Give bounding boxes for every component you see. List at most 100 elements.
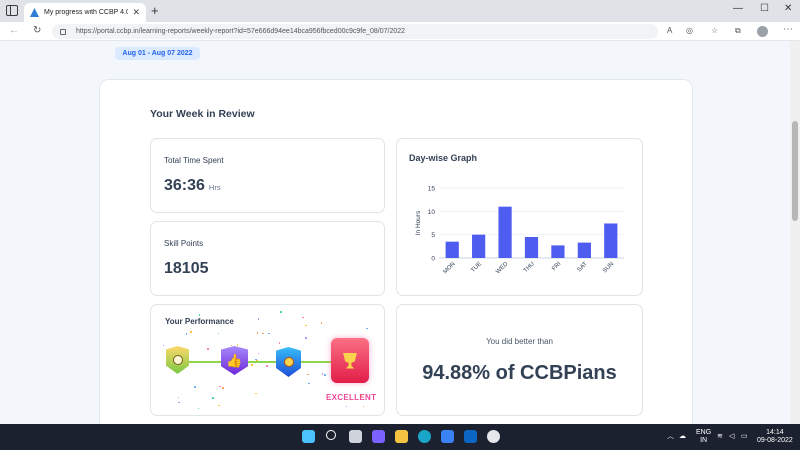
beginner-badge-icon [166,346,189,374]
language-region: IN [700,437,708,444]
y-tick-label: 10 [428,209,436,216]
confetti-dot [280,311,282,313]
confetti-dot [305,324,307,327]
close-window-button[interactable]: ✕ [784,3,792,14]
x-tick-label: SAT [577,261,589,273]
bar-thu [524,237,539,258]
progress-track-segment [300,361,333,363]
lock-icon[interactable] [60,28,66,35]
confetti-dot [324,374,326,376]
bar-mon [445,241,459,258]
confetti-dot [257,318,260,320]
tab-actions-icon[interactable] [6,5,18,16]
wifi-icon[interactable]: ≋ [717,433,723,441]
linkedin-icon[interactable] [464,430,477,443]
performance-level: EXCELLENT [326,393,377,402]
day-wise-graph-box: Day-wise Graph 0 5 10 15 In Hours MON TUE WED TH… [396,138,643,296]
progress-track-segment [186,361,224,363]
confetti-dot [366,327,368,330]
scrollbar-thumb[interactable] [792,121,798,221]
x-tick-label: WED [495,261,510,276]
profile-avatar[interactable] [757,26,768,37]
report-page: Aug 01 - Aug 07 2022 Your Week in Review… [0,41,790,424]
x-tick-label: MON [442,261,456,275]
teams-chat-icon[interactable] [372,430,385,443]
weather-icon[interactable]: ☁ [679,433,686,441]
confetti-dot [185,333,188,335]
new-tab-button[interactable]: + [151,3,159,19]
tracking-prevention-icon[interactable]: ◎ [686,26,693,35]
confetti-dot [178,401,180,404]
comparison-value: 94.88% of CCBPians [422,362,617,384]
y-tick-label: 5 [431,232,435,239]
app-icon[interactable] [487,430,500,443]
tab-close-icon[interactable]: ✕ [132,7,140,18]
confetti-dot [257,352,260,355]
confetti-dot [198,314,201,316]
confetti-dot [217,332,220,335]
address-bar[interactable]: https://portal.ccbp.in/learning-reports/… [52,24,658,39]
confetti-dot [321,373,324,375]
skill-points-label: Skill Points [164,239,204,248]
bar-tue [472,234,486,258]
task-view-icon[interactable] [349,430,362,443]
windows-taskbar: ︿ ☁ ENG IN ≋ ◁ ▭ 14:14 09-08-2022 [0,424,800,450]
skill-points-box: Skill Points 18105 [150,221,385,296]
page-scrollbar[interactable] [790,41,800,424]
read-aloud-icon[interactable]: A [667,26,672,35]
performance-title: Your Performance [165,317,234,326]
file-explorer-icon[interactable] [395,430,408,443]
ccbp-favicon-icon [30,8,39,17]
y-axis-label: In Hours [415,210,422,235]
back-arrow-icon[interactable]: ← [9,25,19,36]
bar-fri [551,245,565,258]
confetti-dot [308,382,310,385]
maximize-button[interactable]: ☐ [760,3,769,14]
confetti-dot [236,344,239,346]
performance-box: Your Performance 👍 EXCELLENT [150,304,385,416]
confetti-dot [320,322,323,324]
language-indicator[interactable]: ENG IN [696,429,711,445]
reload-icon[interactable]: ↻ [33,25,41,36]
url-text: https://portal.ccbp.in/learning-reports/… [76,28,406,35]
browser-tab[interactable]: My progress with CCBP 4.0 Aca ✕ [24,3,146,22]
show-hidden-icons-icon[interactable]: ︿ [667,433,674,441]
date-range-badge: Aug 01 - Aug 07 2022 [115,47,200,60]
clock[interactable]: 14:14 09-08-2022 [757,429,793,445]
time-spent-label: Total Time Spent [164,156,224,165]
confetti-dot [207,348,209,350]
start-menu-icon[interactable] [302,430,315,443]
search-icon[interactable] [326,430,336,440]
confetti-dot [362,405,365,408]
confetti-dot [345,405,348,408]
bar-wed [498,206,512,258]
tab-title: My progress with CCBP 4.0 Aca [44,9,129,16]
trophy-icon [343,352,357,369]
confetti-dot [255,392,257,395]
edge-browser-icon[interactable] [418,430,431,443]
confetti-dot [230,344,233,347]
language-code: ENG [696,429,712,436]
collections-icon[interactable]: ⧉ [735,26,741,36]
confetti-dot [177,396,180,399]
confetti-dot [212,397,214,399]
bar-sun [604,223,618,258]
browser-tab-bar: My progress with CCBP 4.0 Aca ✕ + — ☐ ✕ [0,0,800,22]
battery-icon[interactable]: ▭ [741,433,748,441]
more-options-icon[interactable]: ⋯ [783,24,793,35]
confetti-dot [251,364,253,366]
confetti-dot [218,404,220,407]
favorites-icon[interactable]: ☆ [711,26,718,35]
time-spent-number: 36:36 [164,177,205,194]
comparison-box: You did better than 94.88% of CCBPians [396,304,643,416]
trophy-badge-icon [331,338,369,383]
medal-badge-icon [276,347,301,377]
confetti-dot [302,316,304,319]
time-spent-value: 36:36 Hrs [164,177,221,195]
minimize-button[interactable]: — [733,3,743,14]
microsoft-store-icon[interactable] [441,430,454,443]
week-review-title: Your Week in Review [150,108,255,120]
confetti-dot [222,387,224,389]
clock-date: 09-08-2022 [757,437,793,444]
volume-icon[interactable]: ◁ [729,433,734,441]
